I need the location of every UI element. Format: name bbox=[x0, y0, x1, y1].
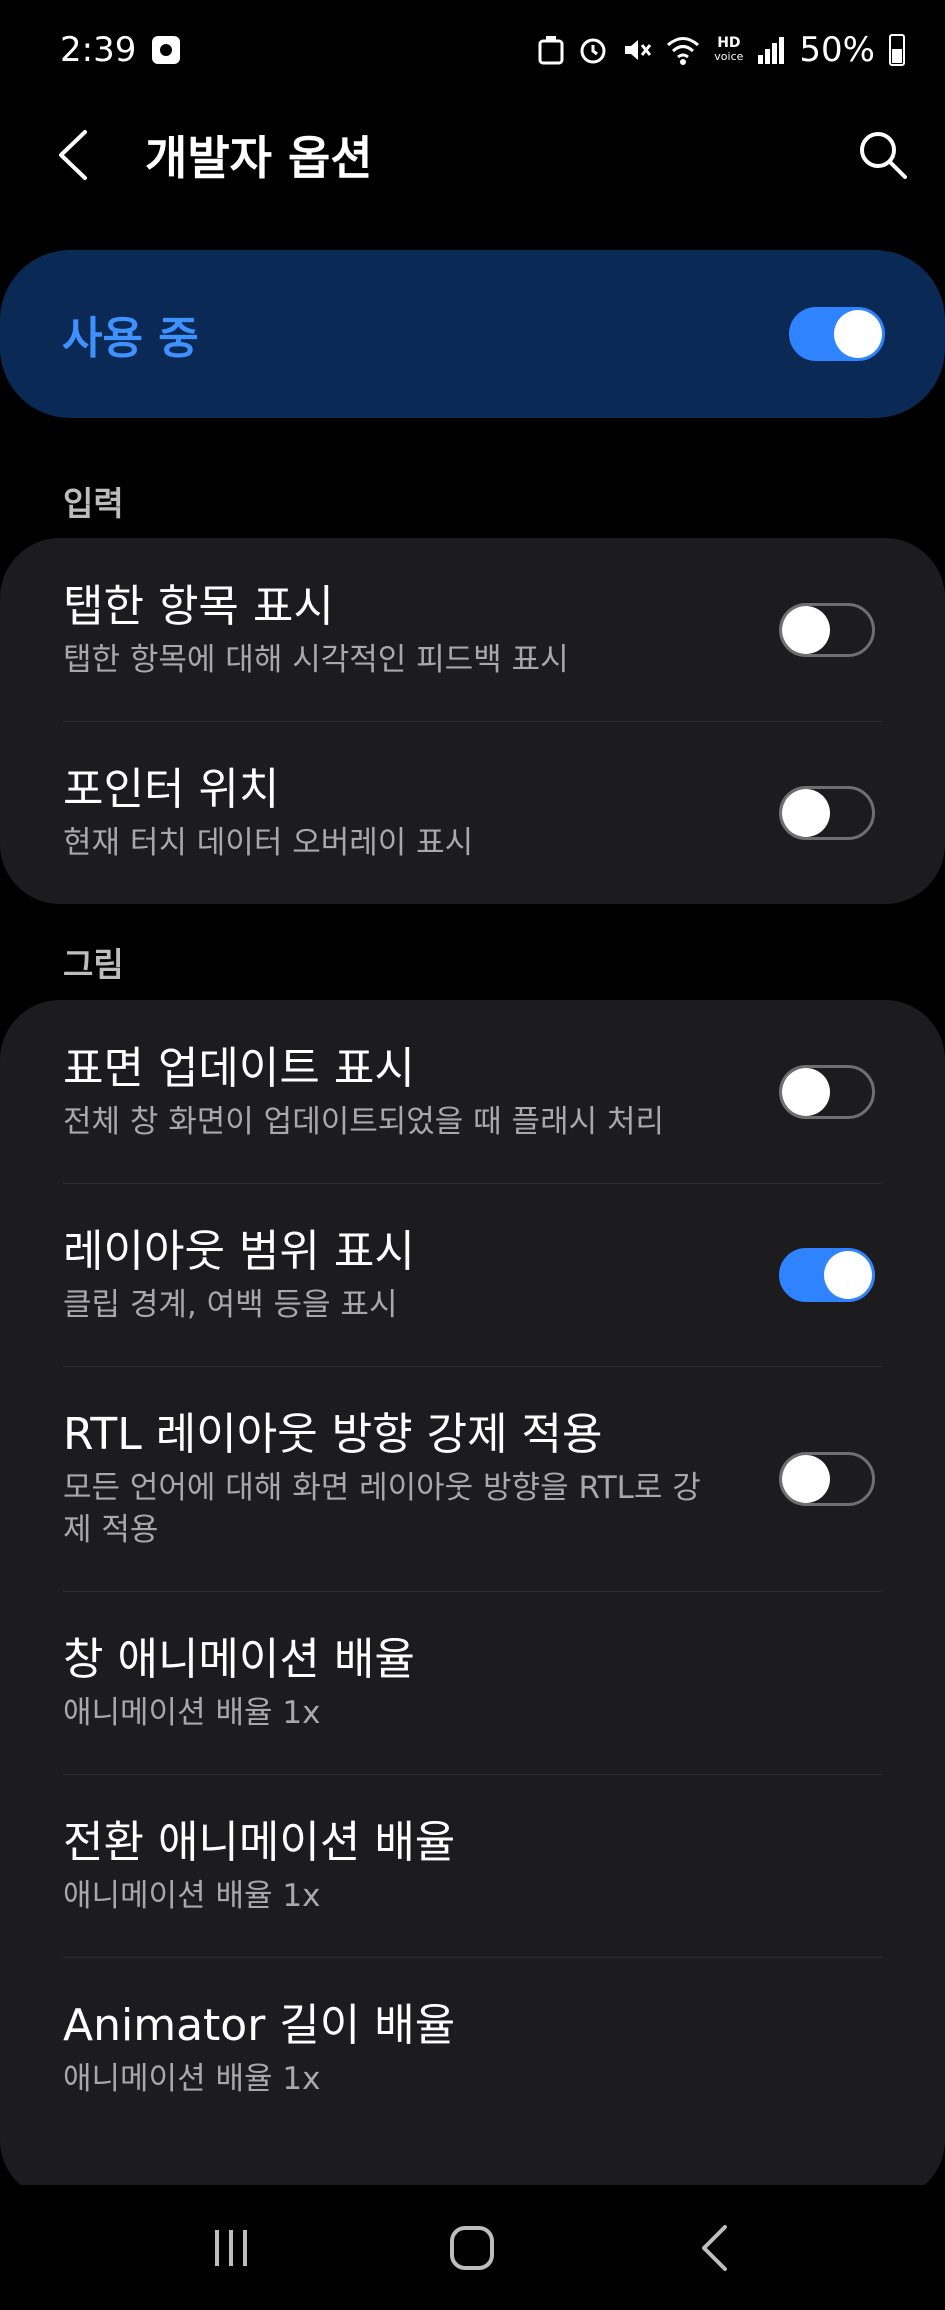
setting-subtitle: 탭한 항목에 대해 시각적인 피드백 표시 bbox=[63, 641, 569, 678]
master-switch-label: 사용 중 bbox=[62, 313, 199, 364]
status-left: 2:39 bbox=[60, 30, 181, 70]
status-time: 2:39 bbox=[60, 30, 137, 70]
battery-icon bbox=[889, 34, 905, 66]
toggle-knob bbox=[782, 1067, 830, 1116]
setting-title: 레이아웃 범위 표시 bbox=[63, 1225, 415, 1277]
status-right: HD voice 50% bbox=[538, 30, 905, 70]
setting-row-window-animation-scale[interactable]: 창 애니메이션 배율 애니메이션 배율 1x bbox=[0, 1591, 945, 1774]
toggle-knob bbox=[782, 605, 830, 654]
toggle-knob bbox=[824, 1250, 872, 1299]
setting-subtitle: 전체 창 화면이 업데이트되었을 때 플래시 처리 bbox=[63, 1103, 665, 1140]
chevron-left-icon bbox=[58, 130, 87, 180]
toggle-knob bbox=[782, 1454, 830, 1503]
setting-title: RTL 레이아웃 방향 강제 적용 bbox=[63, 1408, 603, 1460]
setting-title: Animator 길이 배율 bbox=[63, 1999, 456, 2051]
setting-subtitle: 애니메이션 배율 1x bbox=[63, 1694, 321, 1731]
home-button[interactable] bbox=[402, 2193, 542, 2303]
setting-title: 창 애니메이션 배율 bbox=[63, 1633, 415, 1685]
row-text: 창 애니메이션 배율 애니메이션 배율 1x bbox=[63, 1632, 723, 1734]
mute-icon bbox=[622, 35, 652, 65]
row-text: 포인터 위치 현재 터치 데이터 오버레이 표시 bbox=[63, 762, 723, 864]
hd-voice-bottom: voice bbox=[714, 50, 744, 63]
master-toggle[interactable] bbox=[789, 307, 885, 361]
setting-row-force-rtl[interactable]: RTL 레이아웃 방향 강제 적용 모든 언어에 대해 화면 레이아웃 방향을 … bbox=[0, 1366, 945, 1591]
battery-percent: 50% bbox=[799, 30, 875, 70]
setting-subtitle: 현재 터치 데이터 오버레이 표시 bbox=[63, 824, 474, 861]
setting-row-transition-animation-scale[interactable]: 전환 애니메이션 배율 애니메이션 배율 1x bbox=[0, 1774, 945, 1957]
setting-subtitle: 클립 경계, 여백 등을 표시 bbox=[63, 1286, 398, 1323]
setting-subtitle: 모든 언어에 대해 화면 레이아웃 방향을 RTL로 강제 적용 bbox=[63, 1469, 701, 1548]
row-text: RTL 레이아웃 방향 강제 적용 모든 언어에 대해 화면 레이아웃 방향을 … bbox=[63, 1407, 723, 1551]
layout-bounds-toggle[interactable] bbox=[779, 1247, 875, 1302]
setting-row-show-layout-bounds[interactable]: 레이아웃 범위 표시 클립 경계, 여백 등을 표시 bbox=[0, 1183, 945, 1366]
setting-row-animator-duration-scale[interactable]: Animator 길이 배율 애니메이션 배율 1x bbox=[0, 1957, 945, 2140]
hd-voice-top: HD bbox=[717, 35, 741, 51]
setting-subtitle: 애니메이션 배율 1x bbox=[63, 1877, 321, 1914]
drawing-card: 표면 업데이트 표시 전체 창 화면이 업데이트되었을 때 플래시 처리 레이아… bbox=[0, 1000, 945, 2200]
wifi-icon bbox=[666, 35, 700, 65]
navigation-bar bbox=[0, 2185, 945, 2310]
row-text: Animator 길이 배율 애니메이션 배율 1x bbox=[63, 1998, 723, 2100]
force-rtl-toggle[interactable] bbox=[779, 1451, 875, 1506]
search-icon bbox=[859, 132, 907, 179]
row-text: 전환 애니메이션 배율 애니메이션 배율 1x bbox=[63, 1815, 723, 1917]
row-text: 표면 업데이트 표시 전체 창 화면이 업데이트되었을 때 플래시 처리 bbox=[63, 1041, 723, 1143]
setting-title: 포인터 위치 bbox=[63, 763, 280, 815]
show-taps-toggle[interactable] bbox=[779, 602, 875, 657]
notification-icon bbox=[152, 36, 181, 64]
surface-updates-toggle[interactable] bbox=[779, 1064, 875, 1119]
setting-row-pointer-location[interactable]: 포인터 위치 현재 터치 데이터 오버레이 표시 bbox=[0, 721, 945, 904]
back-nav-button[interactable] bbox=[644, 2193, 784, 2303]
setting-row-show-taps[interactable]: 탭한 항목 표시 탭한 항목에 대해 시각적인 피드백 표시 bbox=[0, 538, 945, 721]
setting-subtitle: 애니메이션 배율 1x bbox=[63, 2060, 321, 2097]
hd-voice-icon: HD voice bbox=[714, 36, 743, 64]
master-switch-bar[interactable]: 사용 중 bbox=[0, 250, 945, 418]
row-text: 레이아웃 범위 표시 클립 경계, 여백 등을 표시 bbox=[63, 1224, 723, 1326]
setting-title: 표면 업데이트 표시 bbox=[63, 1042, 415, 1094]
toggle-knob bbox=[782, 788, 830, 837]
home-icon bbox=[450, 2225, 495, 2270]
back-icon bbox=[702, 2224, 728, 2271]
setting-row-show-surface-updates[interactable]: 표면 업데이트 표시 전체 창 화면이 업데이트되었을 때 플래시 처리 bbox=[0, 1000, 945, 1183]
signal-icon bbox=[757, 35, 785, 65]
recents-button[interactable] bbox=[161, 2193, 301, 2303]
input-card: 탭한 항목 표시 탭한 항목에 대해 시각적인 피드백 표시 포인터 위치 현재… bbox=[0, 538, 945, 904]
setting-title: 탭한 항목 표시 bbox=[63, 580, 334, 632]
recycle-icon bbox=[538, 35, 564, 65]
section-header-drawing: 그림 bbox=[63, 945, 124, 984]
pointer-location-toggle[interactable] bbox=[779, 785, 875, 840]
back-button[interactable] bbox=[0, 85, 145, 225]
app-bar: 개발자 옵션 bbox=[0, 85, 945, 225]
row-text: 탭한 항목 표시 탭한 항목에 대해 시각적인 피드백 표시 bbox=[63, 579, 723, 681]
search-button[interactable] bbox=[820, 85, 945, 225]
toggle-knob bbox=[834, 310, 882, 358]
setting-title: 전환 애니메이션 배율 bbox=[63, 1816, 456, 1868]
alarm-icon bbox=[578, 35, 608, 65]
recents-icon bbox=[214, 2229, 247, 2266]
page-title: 개발자 옵션 bbox=[145, 131, 373, 185]
section-header-input: 입력 bbox=[63, 484, 124, 523]
